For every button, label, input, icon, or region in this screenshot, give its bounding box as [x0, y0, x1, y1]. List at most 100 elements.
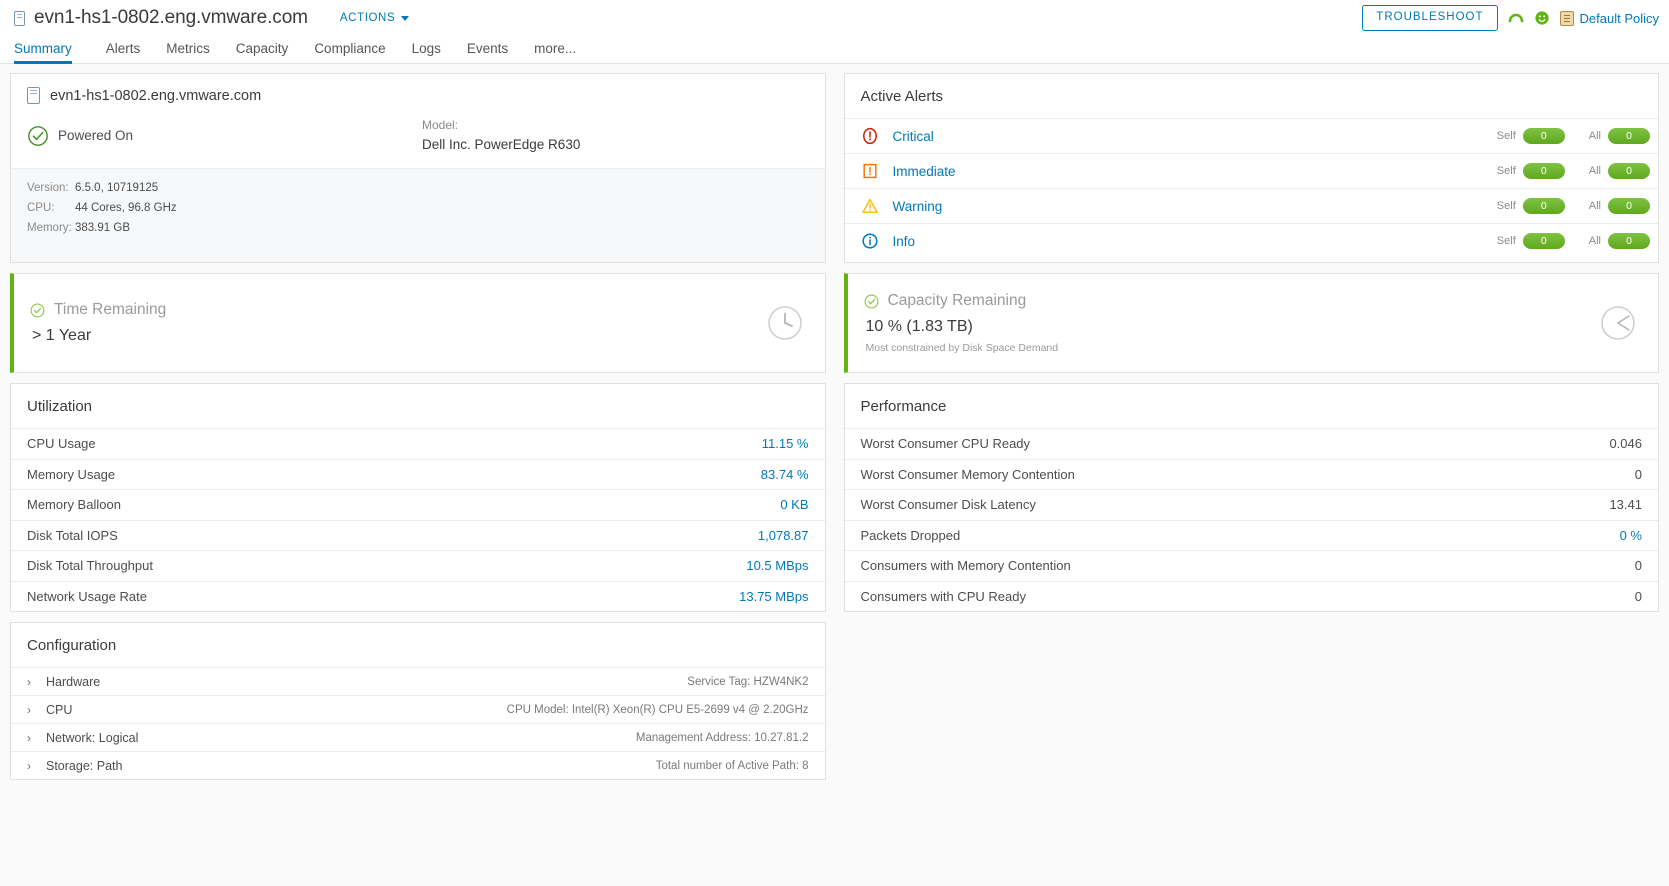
metric-value[interactable]: 0 KB: [780, 497, 808, 512]
metric-name: Memory Usage: [27, 466, 116, 482]
metric-name: Consumers with CPU Ready: [860, 588, 1026, 604]
immediate-icon: [862, 163, 877, 179]
model-label: Model:: [422, 118, 459, 132]
all-count-badge[interactable]: 0: [1608, 233, 1650, 249]
active-alerts-card: Active Alerts Critical Self 0 All 0 Imme…: [843, 73, 1659, 263]
configuration-row-network-logical[interactable]: › Network: Logical Management Address: 1…: [11, 723, 825, 751]
metric-value: 0.046: [1609, 436, 1642, 452]
configuration-detail: Total number of Active Path: 8: [655, 759, 809, 772]
status-ok-icon: [30, 303, 45, 317]
utilization-row-cpu-usage[interactable]: CPU Usage 11.15 %: [11, 428, 825, 459]
warning-icon: [861, 198, 878, 213]
tab-summary[interactable]: Summary: [14, 41, 85, 64]
property-key: Memory:: [27, 221, 72, 234]
tab-alerts[interactable]: Alerts: [93, 41, 154, 63]
property-key: Version:: [27, 182, 69, 194]
host-icon: [27, 87, 40, 104]
alert-row-warning[interactable]: Warning Self 0 All 0: [844, 188, 1658, 223]
self-count-badge[interactable]: 0: [1522, 128, 1565, 144]
all-count-badge[interactable]: 0: [1608, 198, 1650, 214]
host-summary-body: Powered On Model: Dell Inc. PowerEdge R6…: [11, 104, 825, 172]
configuration-row-cpu[interactable]: › CPU CPU Model: Intel(R) Xeon(R) CPU E5…: [11, 695, 825, 723]
alert-row-info[interactable]: Info Self 0 All 0: [844, 223, 1658, 258]
chevron-right-icon[interactable]: ›: [27, 759, 35, 773]
performance-row-packets-dropped[interactable]: Packets Dropped 0 %: [844, 519, 1658, 551]
health-arc-icon[interactable]: [1508, 10, 1524, 26]
property-value: 383.91 GB: [75, 221, 130, 234]
policy-link[interactable]: Default Policy: [1559, 10, 1659, 26]
alert-all-count: All 0: [1589, 233, 1650, 249]
all-count-badge[interactable]: 0: [1608, 163, 1650, 179]
content-grid: evn1-hs1-0802.eng.vmware.com Powered On …: [0, 64, 1669, 801]
utilization-row-disk-total-throughput[interactable]: Disk Total Throughput 10.5 MBps: [11, 550, 825, 581]
metric-name: Packets Dropped: [860, 527, 961, 543]
alert-name[interactable]: Immediate: [893, 164, 1473, 179]
alert-name[interactable]: Critical: [893, 129, 1473, 144]
all-label: All: [1588, 165, 1601, 177]
capacity-remaining-body: Capacity Remaining 10 % (1.83 TB) Most c…: [864, 292, 1599, 354]
alert-name[interactable]: Warning: [893, 199, 1473, 214]
configuration-row-hardware[interactable]: › Hardware Service Tag: HZW4NK2: [11, 667, 825, 695]
alert-self-count: Self 0: [1497, 198, 1565, 214]
alert-name[interactable]: Info: [893, 234, 1473, 249]
alert-row-immediate[interactable]: Immediate Self 0 All 0: [844, 153, 1658, 188]
metric-name: Disk Total Throughput: [27, 558, 153, 574]
performance-row-worst-consumer-cpu-ready[interactable]: Worst Consumer CPU Ready 0.046: [844, 428, 1658, 459]
metric-value[interactable]: 10.5 MBps: [746, 558, 808, 573]
chevron-right-icon[interactable]: ›: [27, 703, 35, 717]
all-label: All: [1588, 200, 1601, 212]
actions-menu-button[interactable]: ACTIONS: [340, 12, 410, 24]
utilization-row-memory-balloon[interactable]: Memory Balloon 0 KB: [11, 489, 825, 520]
self-count-badge[interactable]: 0: [1522, 233, 1565, 249]
time-remaining-header: Time Remaining: [30, 301, 765, 319]
all-label: All: [1588, 130, 1601, 142]
chevron-right-icon[interactable]: ›: [27, 731, 35, 745]
utilization-row-disk-total-iops[interactable]: Disk Total IOPS 1,078.87: [11, 519, 825, 551]
capacity-remaining-title: Capacity Remaining: [887, 292, 1027, 309]
metric-value: 13.41: [1609, 497, 1642, 513]
configuration-row-storage-path[interactable]: › Storage: Path Total number of Active P…: [11, 751, 825, 779]
health-smiley-icon[interactable]: [1534, 10, 1550, 26]
clock-icon: [767, 306, 802, 340]
metric-value[interactable]: 11.15 %: [762, 436, 809, 451]
all-count-badge[interactable]: 0: [1608, 128, 1650, 144]
info-icon: [861, 233, 878, 249]
metric-value[interactable]: 13.75 MBps: [739, 589, 808, 604]
configuration-detail: CPU Model: Intel(R) Xeon(R) CPU E5-2699 …: [506, 703, 809, 716]
tab-compliance[interactable]: Compliance: [301, 41, 398, 63]
metric-value[interactable]: 83.74 %: [761, 467, 809, 482]
utilization-row-memory-usage[interactable]: Memory Usage 83.74 %: [11, 458, 825, 490]
alert-row-critical[interactable]: Critical Self 0 All 0: [844, 118, 1658, 153]
tab-events[interactable]: Events: [454, 41, 521, 63]
tab-more[interactable]: more...: [521, 41, 589, 63]
tab-metrics[interactable]: Metrics: [153, 41, 223, 63]
metric-value[interactable]: 0 %: [1620, 528, 1642, 543]
performance-row-worst-consumer-memory-contention[interactable]: Worst Consumer Memory Contention 0: [844, 458, 1658, 490]
troubleshoot-button[interactable]: TROUBLESHOOT: [1362, 5, 1498, 31]
performance-row-consumers-with-memory-contention[interactable]: Consumers with Memory Contention 0: [844, 550, 1658, 581]
performance-row-consumers-with-cpu-ready[interactable]: Consumers with CPU Ready 0: [844, 580, 1658, 612]
alert-self-count: Self 0: [1497, 128, 1565, 144]
property-value: 6.5.0, 10719125: [75, 182, 159, 194]
chevron-down-icon: [401, 15, 410, 21]
time-remaining-card[interactable]: Time Remaining > 1 Year: [10, 273, 826, 373]
top-bar: evn1-hs1-0802.eng.vmware.com ACTIONS TRO…: [0, 0, 1669, 36]
self-count-badge[interactable]: 0: [1522, 163, 1565, 179]
gauge-icon: [1601, 306, 1635, 340]
performance-row-worst-consumer-disk-latency[interactable]: Worst Consumer Disk Latency 13.41: [844, 489, 1658, 520]
tab-logs[interactable]: Logs: [399, 41, 454, 63]
utilization-row-network-usage-rate[interactable]: Network Usage Rate 13.75 MBps: [11, 580, 825, 612]
property-row: CPU: 44 Cores, 96.8 GHz: [27, 199, 809, 219]
host-summary-card: evn1-hs1-0802.eng.vmware.com Powered On …: [10, 73, 826, 263]
self-count-badge[interactable]: 0: [1522, 198, 1565, 214]
performance-card: Performance Worst Consumer CPU Ready 0.0…: [843, 383, 1659, 612]
metric-name: Worst Consumer Memory Contention: [860, 466, 1075, 482]
chevron-right-icon[interactable]: ›: [27, 675, 35, 689]
capacity-remaining-card[interactable]: Capacity Remaining 10 % (1.83 TB) Most c…: [843, 273, 1659, 373]
tab-capacity[interactable]: Capacity: [223, 41, 302, 63]
policy-icon: [1559, 10, 1574, 26]
policy-label: Default Policy: [1579, 10, 1659, 26]
configuration-name: Storage: Path: [46, 758, 123, 773]
property-row: Version: 6.5.0, 10719125: [27, 179, 809, 199]
metric-value[interactable]: 1,078.87: [758, 528, 809, 543]
